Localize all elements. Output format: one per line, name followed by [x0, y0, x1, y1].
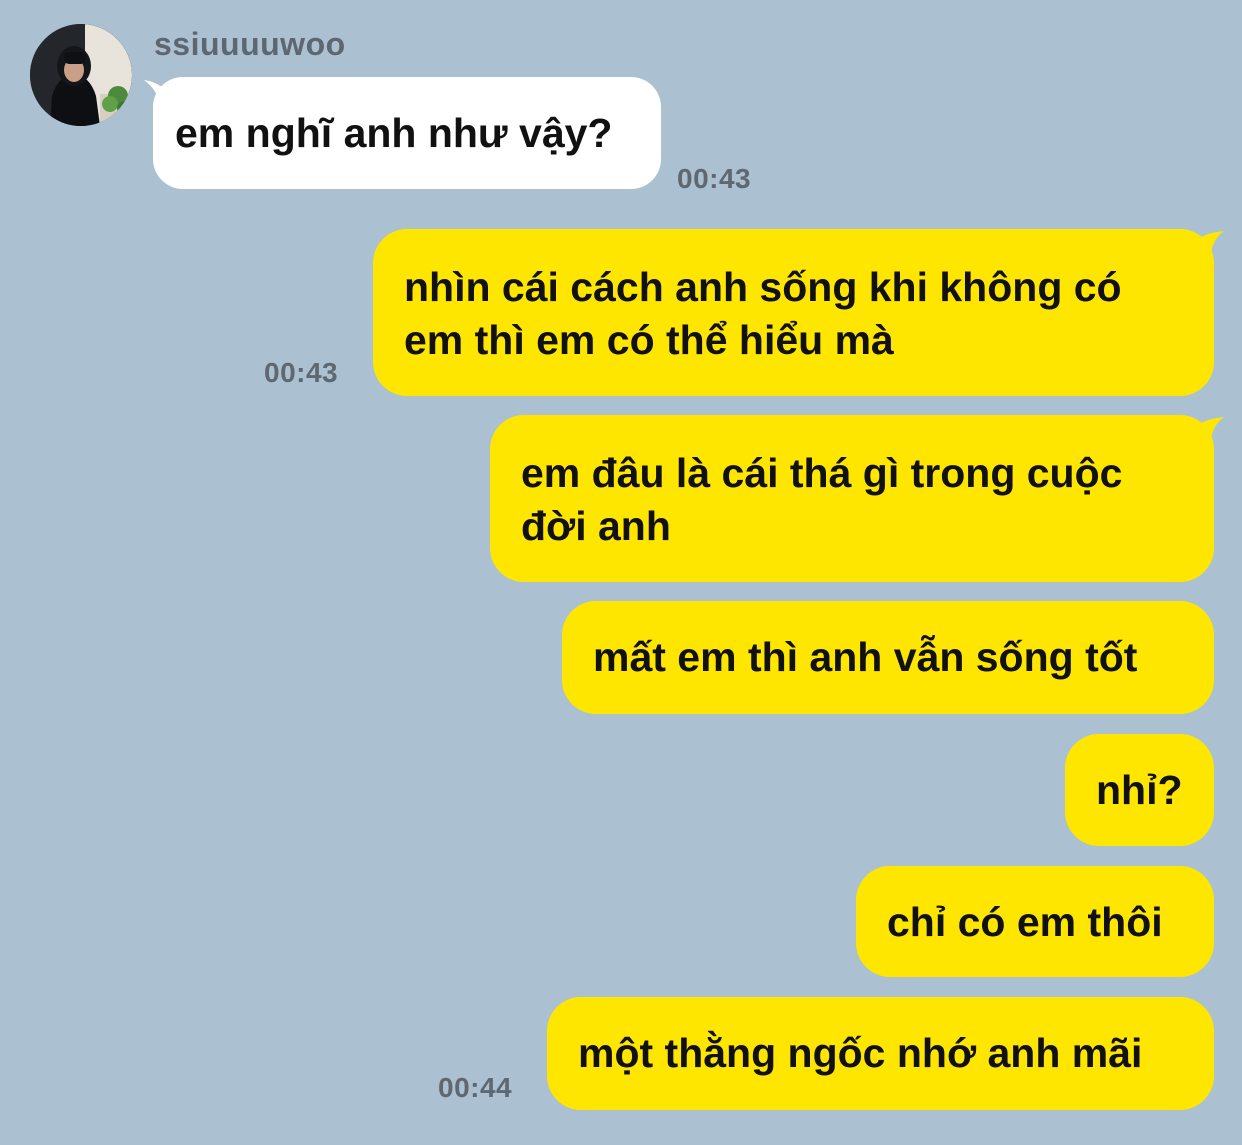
message-text-line: đời anh — [521, 503, 671, 549]
outgoing-message-bubble[interactable]: một thằng ngốc nhớ anh mãi — [547, 997, 1214, 1110]
message-text: một thằng ngốc nhớ anh mãi — [578, 1030, 1143, 1076]
avatar[interactable] — [30, 24, 132, 126]
message-text: chỉ có em thôi — [887, 899, 1163, 945]
message-timestamp: 00:44 — [438, 1072, 513, 1103]
message-text: nhỉ? — [1096, 767, 1183, 813]
outgoing-message-bubble[interactable]: chỉ có em thôi — [856, 866, 1214, 977]
outgoing-message-bubble[interactable]: mất em thì anh vẫn sống tốt — [562, 601, 1214, 714]
message-text-line: em đâu là cái thá gì trong cuộc — [521, 450, 1123, 496]
message-text: em nghĩ anh như vậy? — [175, 110, 613, 156]
outgoing-message-bubble[interactable]: nhỉ? — [1065, 734, 1214, 846]
chat-thread: ssiuuuuwoo em nghĩ anh như vậy? 00:43 nh… — [0, 0, 1242, 1145]
outgoing-message-bubble[interactable]: em đâu là cái thá gì trong cuộc đời anh — [490, 415, 1214, 582]
message-timestamp: 00:43 — [264, 357, 339, 388]
outgoing-message-bubble[interactable]: nhìn cái cách anh sống khi không có em t… — [373, 229, 1214, 396]
incoming-message-bubble[interactable]: em nghĩ anh như vậy? — [153, 77, 661, 189]
message-text: mất em thì anh vẫn sống tốt — [593, 634, 1138, 680]
message-timestamp: 00:43 — [677, 163, 752, 194]
message-text-line: nhìn cái cách anh sống khi không có — [404, 264, 1122, 310]
profile-photo-icon — [30, 24, 132, 126]
message-text-line: em thì em có thể hiểu mà — [404, 317, 894, 363]
sender-name: ssiuuuuwoo — [154, 26, 346, 62]
